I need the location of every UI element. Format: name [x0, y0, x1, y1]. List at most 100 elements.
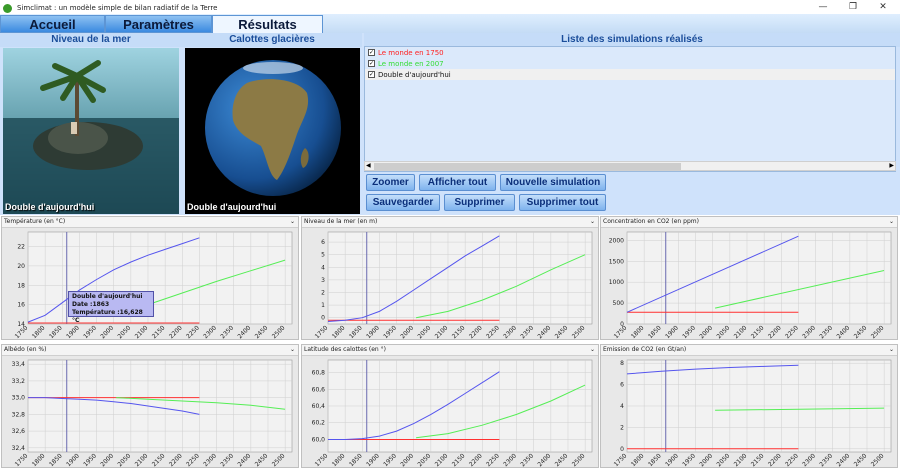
chart-title: Concentration en CO2 (en ppm)	[603, 218, 699, 225]
x-tick-label: 2350	[818, 452, 834, 467]
list-item[interactable]: ✓ Le monde en 1750	[365, 47, 895, 58]
minimize-button[interactable]: —	[808, 0, 838, 14]
new-simulation-button[interactable]: Nouvelle simulation	[500, 174, 606, 191]
checkbox[interactable]: ✓	[368, 49, 375, 56]
x-tick-label: 2450	[254, 452, 270, 467]
x-tick-label: 2450	[853, 452, 869, 467]
y-tick-label: 1000	[609, 279, 624, 286]
albedo-plot: 1750 1800 1850 1900 1950 2000 2050 2100 2150 2200…	[12, 359, 293, 467]
x-tick-label: 2200	[168, 324, 184, 339]
chevron-down-icon[interactable]: ⌄	[590, 217, 595, 227]
save-button[interactable]: Sauvegarder	[366, 194, 440, 211]
x-tick-label: 2450	[254, 324, 270, 339]
y-tick-label: 60,0	[312, 436, 326, 443]
chevron-down-icon[interactable]: ⌄	[290, 217, 295, 227]
x-tick-label: 1900	[365, 324, 381, 339]
x-tick-label: 1900	[365, 452, 381, 467]
co2-concentration-chart[interactable]: Concentration en CO2 (en ppm) ⌄ 1750 1800 1…	[600, 216, 898, 340]
temperature-chart[interactable]: Température (en °C) ⌄ 1750 1800 1850 1900 195…	[1, 216, 299, 340]
albedo-chart[interactable]: Albédo (en %) ⌄ 1750 1800 1850 1900 1950 2000 2…	[1, 344, 299, 468]
y-tick-label: 60,4	[312, 403, 326, 410]
x-tick-label: 2350	[519, 452, 535, 467]
x-tick-label: 2500	[870, 452, 886, 467]
tooltip-temperature: Température :16,628 °C	[72, 309, 143, 324]
delete-all-button[interactable]: Supprimer tout	[519, 194, 606, 211]
x-tick-label: 1850	[647, 452, 663, 467]
x-tick-label: 2200	[168, 452, 184, 467]
y-tick-label: 8	[620, 360, 624, 367]
scroll-right-icon[interactable]: ▶	[889, 162, 894, 169]
list-horizontal-scrollbar[interactable]: ◀ ▶	[364, 161, 896, 171]
y-tick-label: 3	[321, 277, 325, 284]
x-tick-label: 1950	[681, 324, 697, 339]
list-item[interactable]: ✓ Double d'aujourd'hui	[365, 69, 895, 80]
sea-level-chart[interactable]: Niveau de la mer (en m) ⌄ 1750 1800 1850 190…	[301, 216, 599, 340]
scrollbar-thumb[interactable]	[374, 163, 681, 170]
x-tick-label: 2200	[468, 324, 484, 339]
x-tick-label: 1800	[31, 324, 47, 339]
scroll-left-icon[interactable]: ◀	[366, 162, 371, 169]
show-all-button[interactable]: Afficher tout	[419, 174, 496, 191]
maximize-button[interactable]: ❐	[838, 0, 868, 14]
x-tick-label: 2500	[571, 324, 587, 339]
y-tick-label: 6	[620, 382, 624, 389]
x-tick-label: 2150	[451, 452, 467, 467]
tab-parametres[interactable]: Paramètres	[105, 15, 212, 33]
y-tick-label: 14	[17, 321, 25, 328]
chevron-down-icon[interactable]: ⌄	[889, 345, 894, 355]
checkbox[interactable]: ✓	[368, 60, 375, 67]
y-tick-label: 60,8	[312, 370, 326, 377]
checkbox[interactable]: ✓	[368, 71, 375, 78]
simulations-list[interactable]: ✓ Le monde en 1750 ✓ Le monde en 2007 ✓ …	[364, 46, 896, 172]
y-tick-label: 32,4	[12, 445, 26, 452]
x-tick-label: 2050	[117, 452, 133, 467]
x-tick-label: 1900	[65, 324, 81, 339]
sea-level-image: Double d'aujourd'hui	[3, 48, 179, 214]
ice-cap-latitude-chart[interactable]: Latitude des calottes (en °) ⌄ 1750 1800 18…	[301, 344, 599, 468]
x-tick-label: 2250	[784, 452, 800, 467]
x-tick-label: 2050	[417, 452, 433, 467]
x-tick-label: 1800	[331, 324, 347, 339]
y-tick-label: 16	[17, 302, 25, 309]
y-tick-label: 1500	[609, 258, 624, 265]
chevron-down-icon[interactable]: ⌄	[889, 217, 894, 227]
x-tick-label: 1900	[65, 452, 81, 467]
x-tick-label: 1750	[14, 452, 30, 467]
chart-title: Niveau de la mer (en m)	[304, 218, 378, 225]
x-tick-label: 1900	[664, 452, 680, 467]
x-tick-label: 2000	[99, 324, 115, 339]
x-tick-label: 1750	[613, 452, 629, 467]
delete-button[interactable]: Supprimer	[444, 194, 515, 211]
y-tick-label: 33,0	[12, 395, 26, 402]
chevron-down-icon[interactable]: ⌄	[290, 345, 295, 355]
co2-emission-chart[interactable]: Emission de CO2 (en Gt/an) ⌄ 1750 1800 1850…	[600, 344, 898, 468]
x-tick-label: 2450	[853, 324, 869, 339]
y-tick-label: 0	[620, 321, 624, 328]
y-tick-label: 0	[321, 315, 325, 322]
x-tick-label: 2400	[237, 324, 253, 339]
y-tick-label: 22	[17, 244, 25, 251]
list-item[interactable]: ✓ Le monde en 2007	[365, 58, 895, 69]
x-tick-label: 2200	[468, 452, 484, 467]
chevron-down-icon[interactable]: ⌄	[590, 345, 595, 355]
sea-level-plot: 1750 1800 1850 1900 1950 2000 2050 2100 2150 2200…	[314, 231, 593, 339]
y-tick-label: 5	[321, 252, 325, 259]
close-button[interactable]: ✕	[868, 0, 898, 14]
ice-cap-latitude-plot: 1750 1800 1850 1900 1950 2000 2050 2100 2150 2200…	[312, 359, 593, 467]
x-tick-label: 1950	[82, 324, 98, 339]
x-tick-label: 1850	[348, 324, 364, 339]
y-tick-label: 2	[620, 424, 624, 431]
x-tick-label: 2000	[698, 452, 714, 467]
zoom-button[interactable]: Zoomer	[366, 174, 415, 191]
x-tick-label: 2250	[185, 452, 201, 467]
y-tick-label: 32,8	[12, 411, 26, 418]
x-tick-label: 2300	[202, 324, 218, 339]
x-tick-label: 2100	[434, 324, 450, 339]
x-tick-label: 2450	[554, 324, 570, 339]
tab-resultats[interactable]: Résultats	[212, 15, 323, 33]
tab-accueil[interactable]: Accueil	[0, 15, 105, 33]
temperature-plot: 1750 1800 1850 1900 1950 2000 2050 2100 2150 2200…	[14, 231, 293, 339]
x-tick-label: 2050	[117, 324, 133, 339]
x-tick-label: 2350	[818, 324, 834, 339]
y-tick-label: 32,6	[12, 428, 26, 435]
